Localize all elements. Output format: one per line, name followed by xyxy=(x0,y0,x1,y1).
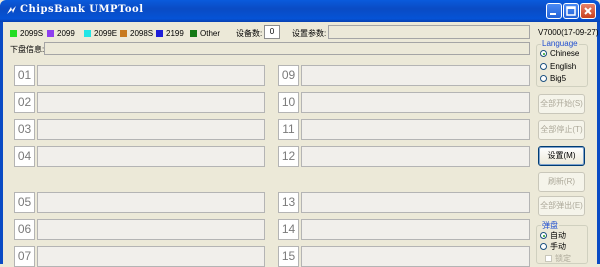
radio-label: 手动 xyxy=(550,242,566,251)
legend-2099e: 2099E xyxy=(84,28,117,38)
slot-status-field xyxy=(37,92,265,113)
slot-status-field xyxy=(301,119,530,140)
slot-number: 10 xyxy=(278,92,299,113)
radio-label: English xyxy=(550,62,577,71)
legend-2099: 2099 xyxy=(47,28,75,38)
slot-status-field xyxy=(301,146,530,167)
slot-number: 03 xyxy=(14,119,35,140)
eject-radio-auto[interactable]: 自动 xyxy=(540,230,566,241)
maximize-button[interactable] xyxy=(563,3,579,19)
radio-label: Chinese xyxy=(550,49,580,58)
radio-icon xyxy=(540,63,547,70)
legend-2099s: 2099S xyxy=(10,28,43,38)
maximize-icon xyxy=(566,6,576,16)
legend-label: 2199 xyxy=(166,28,184,38)
language-group-title: Language xyxy=(541,39,579,48)
legend-2098s: 2098S xyxy=(120,28,153,38)
slot-number: 14 xyxy=(278,219,299,240)
start-all-button[interactable]: 全部开始(S) xyxy=(538,94,585,114)
radio-label: 自动 xyxy=(550,231,566,240)
slot-number: 13 xyxy=(278,192,299,213)
radio-label: Big5 xyxy=(550,74,567,83)
legend-other: Other xyxy=(190,28,220,38)
legend-2199: 2199 xyxy=(156,28,184,38)
radio-selected-icon xyxy=(540,232,547,239)
slot-number: 06 xyxy=(14,219,35,240)
title-bar: ChipsBank UMPTool xyxy=(0,0,600,22)
slot-status-field xyxy=(301,65,530,86)
refresh-button[interactable]: 刷新(R) xyxy=(538,172,585,192)
legend-swatch xyxy=(47,29,54,37)
device-count-label: 设备数: xyxy=(236,29,263,38)
legend-label: 2099S xyxy=(20,28,44,38)
slot-status-field xyxy=(37,65,265,86)
lock-checkbox[interactable]: 锁定 xyxy=(545,253,571,264)
window-title: ChipsBank UMPTool xyxy=(20,4,144,15)
legend-label: 2099 xyxy=(57,28,75,38)
legend-label: Other xyxy=(200,28,221,38)
slot-number: 02 xyxy=(14,92,35,113)
device-count-value: 0 xyxy=(264,25,280,39)
stop-all-button[interactable]: 全部停止(T) xyxy=(538,120,585,140)
settings-params-field[interactable] xyxy=(328,25,530,39)
radio-selected-icon xyxy=(540,50,547,57)
slot-status-field xyxy=(37,146,265,167)
legend-swatch xyxy=(120,29,127,37)
eject-all-button[interactable]: 全部弹出(E) xyxy=(538,196,585,216)
slot-number: 09 xyxy=(278,65,299,86)
legend-swatch xyxy=(190,29,197,37)
slot-status-field xyxy=(301,219,530,240)
legend-label: 2099E xyxy=(94,28,118,38)
minimize-icon xyxy=(550,13,556,15)
language-radio-chinese[interactable]: Chinese xyxy=(540,49,579,58)
slot-number: 05 xyxy=(14,192,35,213)
legend-swatch xyxy=(156,29,163,37)
app-icon xyxy=(7,6,16,14)
slot-number: 04 xyxy=(14,146,35,167)
slot-number: 12 xyxy=(278,146,299,167)
slot-number: 11 xyxy=(278,119,299,140)
radio-icon xyxy=(540,243,547,250)
minimize-button[interactable] xyxy=(546,3,562,19)
slot-status-field xyxy=(37,119,265,140)
checkbox-icon xyxy=(545,255,552,262)
disk-info-field[interactable] xyxy=(44,42,530,55)
checkbox-label: 锁定 xyxy=(555,254,571,263)
close-button[interactable] xyxy=(580,3,596,19)
slot-status-field xyxy=(37,219,265,240)
radio-icon xyxy=(540,75,547,82)
settings-button[interactable]: 设置(M) xyxy=(538,146,585,166)
slot-number: 01 xyxy=(14,65,35,86)
disk-info-label: 下盘信息: xyxy=(10,45,45,54)
legend-swatch xyxy=(84,29,91,37)
eject-radio-manual[interactable]: 手动 xyxy=(540,241,566,252)
legend-swatch xyxy=(10,29,17,37)
language-radio-big5[interactable]: Big5 xyxy=(540,74,566,83)
language-radio-english[interactable]: English xyxy=(540,62,576,71)
legend-label: 2098S xyxy=(130,28,154,38)
version-label: V7000(17-09-27) xyxy=(538,28,599,37)
slot-status-field xyxy=(301,192,530,213)
slot-status-field xyxy=(37,192,265,213)
close-icon xyxy=(584,7,592,15)
settings-params-label: 设置参数: xyxy=(292,29,327,38)
slot-status-field xyxy=(301,92,530,113)
